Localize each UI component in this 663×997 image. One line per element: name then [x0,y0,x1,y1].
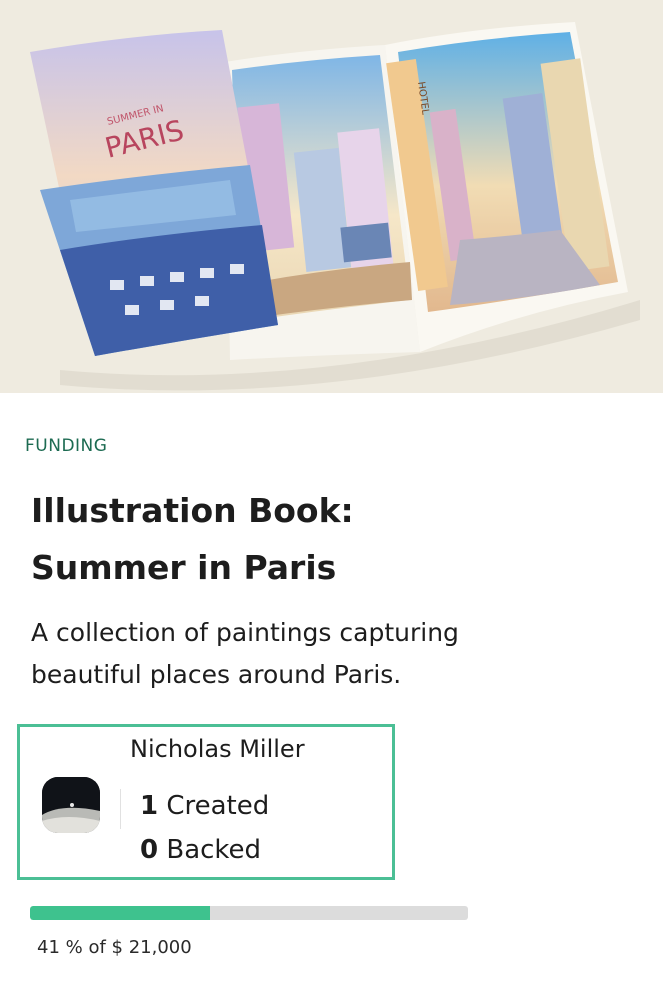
project-title-line1: Illustration Book: [31,491,354,530]
project-description: A collection of paintings capturing beau… [31,612,591,696]
project-title-line2: Summer in Paris [31,548,337,587]
project-title[interactable]: Illustration Book: Summer in Paris [31,482,591,596]
stats-divider [120,789,121,829]
created-stat: 1 Created [140,791,269,821]
avatar-photo-icon [42,777,100,833]
funding-progress-text: 41 % of $ 21,000 [37,937,192,958]
project-description-line1: A collection of paintings capturing [31,618,459,647]
avatar[interactable] [42,777,100,833]
funding-progress-fill [30,906,210,920]
project-description-line2: beautiful places around Paris. [31,660,402,689]
book-illustration: HOTEL SUMMER IN PARIS [30,22,640,391]
created-count: 1 [140,791,159,821]
creator-card[interactable]: Nicholas Miller 1 Created 0 Backed [17,724,395,880]
creator-name[interactable]: Nicholas Miller [130,735,305,763]
backed-label: Backed [166,835,262,865]
project-cover-image[interactable]: HOTEL SUMMER IN PARIS [0,0,663,393]
backed-count: 0 [140,835,159,865]
backed-stat: 0 Backed [140,835,261,865]
created-label: Created [166,791,270,821]
project-category: FUNDING [25,436,108,456]
funding-progress-bar [30,906,468,920]
